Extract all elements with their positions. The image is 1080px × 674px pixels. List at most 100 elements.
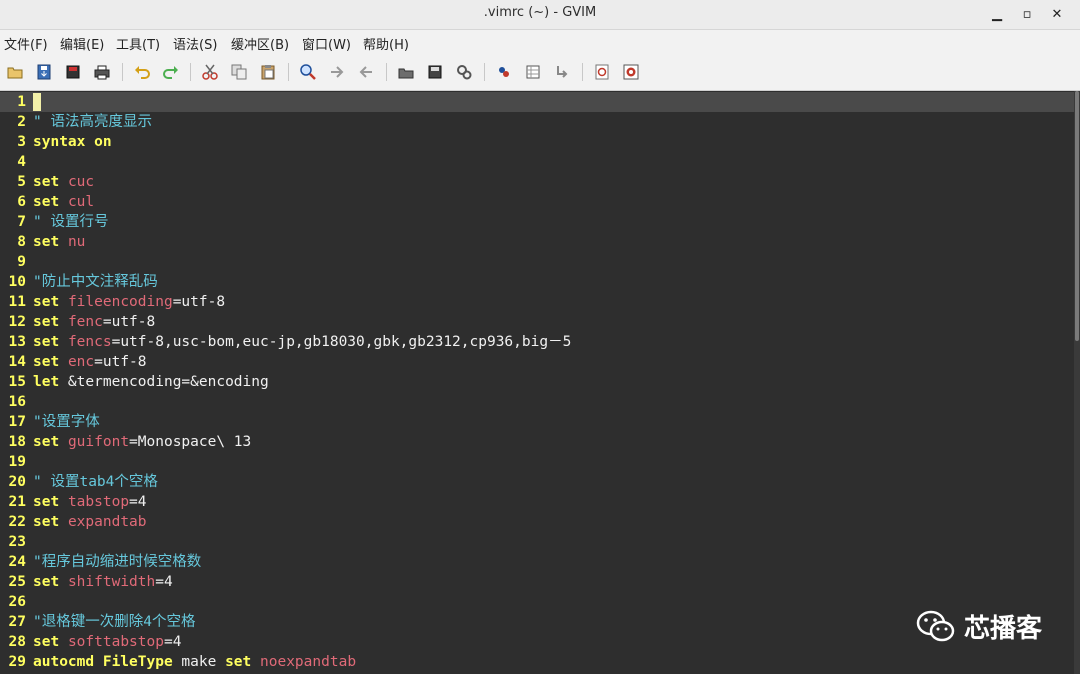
print-icon[interactable]: [92, 62, 112, 82]
code-line[interactable]: 17 "设置字体: [0, 412, 1074, 432]
code-line[interactable]: 9: [0, 252, 1074, 272]
keyword-token: set: [33, 354, 60, 370]
menu-file[interactable]: 文件(F): [4, 34, 48, 53]
line-number: 18: [8, 434, 26, 450]
text-token: =utf-8: [102, 314, 156, 330]
title-bar: .vimrc (~) - GVIM ▁ ▫ ✕: [0, 0, 1080, 30]
run-script-icon[interactable]: [454, 62, 474, 82]
option-token: guifont: [67, 434, 130, 450]
code-line[interactable]: 5 set cuc: [0, 172, 1074, 192]
line-text: set fileencoding=utf-8: [33, 292, 225, 312]
code-line[interactable]: 18 set guifont=Monospace\ 13: [0, 432, 1074, 452]
text-editor-area[interactable]: 1 2 " 语法高亮度显示 3 syntax on 4 5 set cuc 6 set cul 7 "…: [0, 91, 1074, 674]
line-text: autocmd FileType make set noexpandtab: [33, 652, 356, 672]
copy-icon[interactable]: [229, 62, 249, 82]
option-token: fenc: [67, 314, 103, 330]
code-line[interactable]: 14 set enc=utf-8: [0, 352, 1074, 372]
tag-jump-icon[interactable]: [552, 62, 572, 82]
code-line[interactable]: 4: [0, 152, 1074, 172]
help-icon[interactable]: [592, 62, 612, 82]
save-all-icon[interactable]: [63, 62, 83, 82]
find-help-icon[interactable]: [621, 62, 641, 82]
line-text: set softtabstop=4: [33, 632, 181, 652]
code-line[interactable]: 24 "程序自动缩进时候空格数: [0, 552, 1074, 572]
line-text: " 设置tab4个空格: [33, 472, 158, 492]
save-session-icon[interactable]: [425, 62, 445, 82]
comment-token: " 设置行号: [33, 214, 109, 230]
make-icon[interactable]: [494, 62, 514, 82]
code-line[interactable]: 22 set expandtab: [0, 512, 1074, 532]
menu-window[interactable]: 窗口(W): [302, 34, 351, 53]
code-line[interactable]: 25 set shiftwidth=4: [0, 572, 1074, 592]
code-line[interactable]: 16: [0, 392, 1074, 412]
line-number: 7: [17, 214, 26, 230]
paste-icon[interactable]: [258, 62, 278, 82]
find-prev-icon[interactable]: [356, 62, 376, 82]
code-line[interactable]: 19: [0, 452, 1074, 472]
keyword-token: autocmd: [33, 654, 95, 670]
menu-bar: 文件(F) 编辑(E) 工具(T) 语法(S) 缓冲区(B) 窗口(W) 帮助(…: [0, 30, 1080, 54]
undo-icon[interactable]: [132, 62, 152, 82]
line-number: 11: [8, 294, 26, 310]
code-line[interactable]: 3 syntax on: [0, 132, 1074, 152]
comment-token: "防止中文注释乱码: [33, 274, 158, 290]
code-line[interactable]: 12 set fenc=utf-8: [0, 312, 1074, 332]
code-line[interactable]: 13 set fencs=utf-8,usc-bom,euc-jp,gb18030…: [0, 332, 1074, 352]
comment-token: "程序自动缩进时候空格数: [33, 554, 202, 570]
code-line[interactable]: 11 set fileencoding=utf-8: [0, 292, 1074, 312]
line-number: 5: [17, 174, 26, 190]
code-line[interactable]: 26: [0, 592, 1074, 612]
find-next-icon[interactable]: [327, 62, 347, 82]
minimize-button[interactable]: ▁: [984, 4, 1010, 24]
menu-edit[interactable]: 编辑(E): [60, 34, 104, 53]
load-session-icon[interactable]: [396, 62, 416, 82]
keyword-token: set: [33, 334, 60, 350]
open-icon[interactable]: [5, 62, 25, 82]
menu-help[interactable]: 帮助(H): [363, 34, 409, 53]
close-button[interactable]: ✕: [1044, 4, 1070, 24]
cut-icon[interactable]: [200, 62, 220, 82]
code-line[interactable]: 15 let &termencoding=&encoding: [0, 372, 1074, 392]
line-number: 26: [8, 594, 26, 610]
code-line[interactable]: 23: [0, 532, 1074, 552]
cursor-line[interactable]: 1: [0, 92, 1074, 112]
code-line[interactable]: 10 "防止中文注释乱码: [0, 272, 1074, 292]
maximize-button[interactable]: ▫: [1014, 4, 1040, 24]
code-line[interactable]: 6 set cul: [0, 192, 1074, 212]
scrollbar-thumb[interactable]: [1075, 91, 1079, 341]
code-line[interactable]: 8 set nu: [0, 232, 1074, 252]
text-token: =utf-8,usc-bom,euc-jp,gb18030,gbk,gb2312…: [111, 334, 572, 350]
line-number: 28: [8, 634, 26, 650]
menu-syntax[interactable]: 语法(S): [173, 34, 217, 53]
vertical-scrollbar[interactable]: [1074, 91, 1080, 674]
redo-icon[interactable]: [161, 62, 181, 82]
text-token: =4: [129, 494, 147, 510]
option-token: cuc: [67, 174, 95, 190]
menu-buffers[interactable]: 缓冲区(B): [231, 34, 289, 53]
code-line[interactable]: 27 "退格键一次删除4个空格: [0, 612, 1074, 632]
shell-icon[interactable]: [523, 62, 543, 82]
code-line[interactable]: 7 " 设置行号: [0, 212, 1074, 232]
line-number: 21: [8, 494, 26, 510]
option-token: softtabstop: [67, 634, 164, 650]
text-token: &termencoding=&encoding: [59, 374, 269, 390]
code-line[interactable]: 21 set tabstop=4: [0, 492, 1074, 512]
save-icon[interactable]: [34, 62, 54, 82]
line-number: 4: [17, 154, 26, 170]
code-line[interactable]: 20 " 设置tab4个空格: [0, 472, 1074, 492]
window-title: .vimrc (~) - GVIM: [483, 5, 597, 20]
keyword-token: set: [33, 174, 60, 190]
code-line[interactable]: 29 autocmd FileType make set noexpandtab: [0, 652, 1074, 672]
code-line[interactable]: 2 " 语法高亮度显示: [0, 112, 1074, 132]
menu-tools[interactable]: 工具(T): [116, 34, 160, 53]
line-number: 29: [8, 654, 26, 670]
find-replace-icon[interactable]: [298, 62, 318, 82]
line-number: 6: [17, 194, 26, 210]
line-text: set expandtab: [33, 512, 147, 532]
line-number: 10: [8, 274, 26, 290]
keyword-token: set: [225, 654, 252, 670]
code-line[interactable]: 28 set softtabstop=4: [0, 632, 1074, 652]
